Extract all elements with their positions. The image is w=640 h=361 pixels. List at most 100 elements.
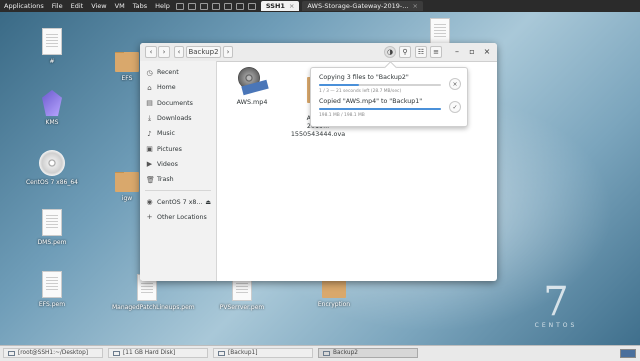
- revert-icon[interactable]: [211, 2, 220, 10]
- file-aws-mp4[interactable]: AWS.mp4: [230, 67, 274, 106]
- path-prev-button[interactable]: ‹: [174, 46, 184, 58]
- desktop-icon-kms[interactable]: KMS: [24, 90, 80, 126]
- close-button[interactable]: ×: [482, 47, 492, 56]
- music-icon: ♪: [147, 129, 152, 138]
- desktop-icon-igw[interactable]: igw: [112, 172, 142, 202]
- sidebar-item-label: Videos: [157, 160, 178, 168]
- progress-bar: [319, 84, 441, 86]
- centos-watermark: 7 CENTOS: [526, 282, 586, 329]
- sidebar-item-home[interactable]: ⌂ Home: [140, 80, 216, 95]
- close-icon: ×: [452, 80, 458, 88]
- tab-aws-storage-gateway[interactable]: AWS-Storage-Gateway-2019-... ×: [302, 1, 423, 11]
- chevron-left-icon: ‹: [177, 48, 181, 56]
- sidebar-item-pictures[interactable]: ▣ Pictures: [140, 141, 216, 156]
- sidebar-separator: [145, 190, 211, 192]
- fullscreen-icon[interactable]: [235, 2, 244, 10]
- taskbar-item-backup2[interactable]: Backup2: [318, 348, 418, 358]
- menu-button[interactable]: ≡: [430, 46, 442, 58]
- forward-button[interactable]: ›: [158, 46, 170, 58]
- path-label: Backup2: [188, 48, 219, 56]
- sidebar-item-recent[interactable]: ◷ Recent: [140, 65, 216, 80]
- window-icon: [323, 350, 330, 356]
- manage-snapshots-icon[interactable]: [223, 2, 232, 10]
- eject-icon[interactable]: ⏏: [205, 199, 211, 206]
- centos-seven: 7: [543, 279, 569, 325]
- desktop-icon-label: EFS: [121, 75, 133, 82]
- sidebar-item-videos[interactable]: ▶ Videos: [140, 157, 216, 172]
- pause-icon[interactable]: [175, 2, 184, 10]
- sidebar-item-centos-disc[interactable]: ◉ CentOS 7 x8... ⏏: [140, 194, 216, 209]
- desktop-icon-label: DMS.pem: [37, 239, 67, 246]
- tab-ssh1[interactable]: SSH1 ×: [260, 1, 300, 11]
- operation-status: 198.1 MB / 198.1 MB: [319, 113, 365, 118]
- desktop-icon-efs-pem[interactable]: EFS.pem: [24, 271, 80, 308]
- progress-fill: [319, 84, 360, 86]
- operation-copied: Copied "AWS.mp4" to "Backup1" 198.1 MB /…: [319, 98, 441, 118]
- path-button-backup2[interactable]: Backup2: [186, 46, 221, 58]
- desktop-icon-centos-disc[interactable]: CentOS 7 x86_64: [24, 150, 80, 186]
- edit-menu[interactable]: Edit: [67, 2, 88, 10]
- tab-label: AWS-Storage-Gateway-2019-...: [307, 2, 409, 10]
- desktop-icon-label: igw: [121, 195, 133, 202]
- taskbar-item-backup1[interactable]: [Backup1]: [213, 348, 313, 358]
- cancel-operation-button[interactable]: ×: [449, 78, 461, 90]
- help-menu[interactable]: Help: [151, 2, 174, 10]
- disc-icon: [39, 150, 65, 176]
- taskbar-item-terminal[interactable]: [root@SSH1:~/Desktop]: [3, 348, 103, 358]
- file-operations-popover: Copying 3 files to "Backup2" 1 / 3 — 21 …: [310, 67, 468, 127]
- sidebar-item-other-locations[interactable]: + Other Locations: [140, 210, 216, 225]
- desktop-icon-label: Encryption: [317, 301, 351, 308]
- sidebar-item-label: CentOS 7 x8...: [157, 198, 203, 206]
- documents-icon: ▤: [146, 99, 153, 108]
- window-icon: [113, 350, 120, 356]
- sidebar-item-trash[interactable]: 🗑 Trash: [140, 172, 216, 187]
- folder-icon: [115, 52, 139, 72]
- taskbar-item-hard-disk[interactable]: [11 GB Hard Disk]: [108, 348, 208, 358]
- desktop-icon-dms-pem[interactable]: DMS.pem: [24, 209, 80, 246]
- document-icon: [42, 28, 62, 55]
- back-button[interactable]: ‹: [145, 46, 157, 58]
- progress-pie-icon: ◑: [386, 48, 394, 56]
- close-icon[interactable]: ×: [412, 2, 417, 10]
- window-icon: [218, 350, 225, 356]
- minimize-button[interactable]: –: [452, 47, 462, 56]
- tabs-menu[interactable]: Tabs: [129, 2, 151, 10]
- desktop-icon-hash[interactable]: #: [24, 28, 80, 65]
- desktop-icon-encryption[interactable]: Encryption: [306, 275, 362, 308]
- vm-menu[interactable]: VM: [111, 2, 129, 10]
- snapshot-icon[interactable]: [199, 2, 208, 10]
- document-icon: [42, 271, 62, 298]
- maximize-button[interactable]: ▫: [467, 47, 477, 56]
- view-toggle-button[interactable]: ☷: [415, 46, 427, 58]
- list-view-icon: ☷: [417, 48, 425, 56]
- sidebar-item-label: Home: [157, 84, 176, 92]
- sidebar-item-documents[interactable]: ▤ Documents: [140, 96, 216, 111]
- search-button[interactable]: ⚲: [399, 46, 411, 58]
- centos-word: CENTOS: [534, 322, 578, 329]
- send-keys-icon[interactable]: [187, 2, 196, 10]
- close-icon[interactable]: ×: [289, 2, 294, 10]
- sidebar-item-downloads[interactable]: ⤓ Downloads: [140, 111, 216, 126]
- operation-done-button[interactable]: ✓: [449, 101, 461, 113]
- workspace-switcher[interactable]: [620, 349, 636, 358]
- sidebar-item-music[interactable]: ♪ Music: [140, 126, 216, 141]
- folder-icon: [322, 275, 346, 298]
- path-next-button[interactable]: ›: [223, 46, 233, 58]
- desktop-icon-efs[interactable]: EFS: [112, 52, 142, 82]
- view-menu[interactable]: View: [87, 2, 110, 10]
- taskbar-item-label: [11 GB Hard Disk]: [123, 350, 176, 356]
- operation-title: Copying 3 files to "Backup2": [319, 74, 409, 81]
- operation-title: Copied "AWS.mp4" to "Backup1": [319, 98, 423, 105]
- unity-icon[interactable]: [247, 2, 256, 10]
- applications-menu[interactable]: Applications: [0, 2, 48, 10]
- operation-status: 1 / 3 — 21 seconds left (28.7 MB/sec): [319, 89, 402, 94]
- file-menu[interactable]: File: [48, 2, 67, 10]
- operations-button[interactable]: ◑: [384, 46, 396, 58]
- desktop-icon-label: KMS: [45, 119, 59, 126]
- back-icon: ‹: [149, 48, 153, 56]
- search-icon: ⚲: [402, 48, 408, 56]
- sidebar-item-label: Music: [157, 130, 175, 138]
- taskbar-item-label: [Backup1]: [228, 350, 258, 356]
- desktop-icon-label: PVSerrver.pem: [219, 304, 265, 311]
- video-file-icon: [236, 67, 269, 96]
